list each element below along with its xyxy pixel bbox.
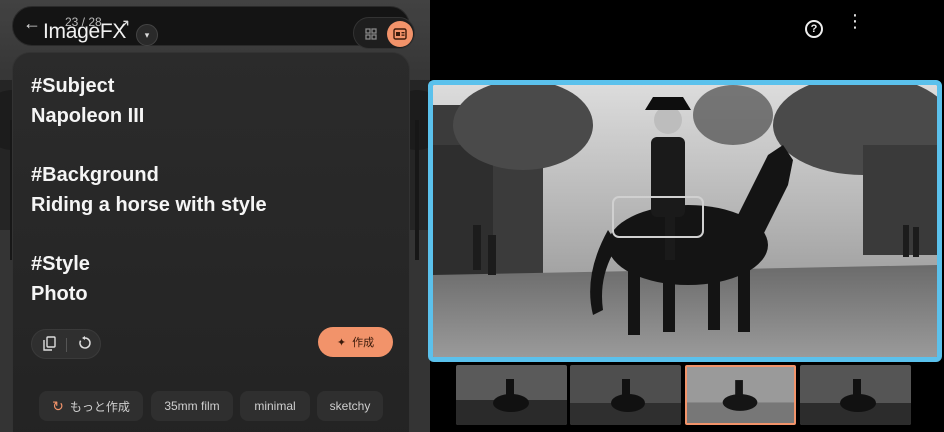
refresh-icon: ↻ <box>52 397 64 414</box>
chevron-down-icon[interactable]: ▾ <box>136 24 158 46</box>
more-vert-icon[interactable]: ⋮ <box>846 12 864 30</box>
reset-icon[interactable] <box>76 336 94 354</box>
chip-label: sketchy <box>329 399 371 413</box>
style-tag[interactable]: #Style <box>31 253 90 276</box>
help-icon[interactable]: ? <box>805 20 823 38</box>
chip-minimal[interactable]: minimal <box>240 391 310 421</box>
thumbnail-selected[interactable] <box>685 365 796 425</box>
thumbnail[interactable] <box>456 365 567 425</box>
single-image-icon[interactable] <box>387 21 413 47</box>
chip-label: もっと作成 <box>69 399 130 414</box>
back-arrow-icon[interactable]: ← <box>23 13 41 34</box>
copy-icon[interactable] <box>40 336 58 354</box>
prompt-panel: #Subject Napoleon III #Background Riding… <box>12 52 410 432</box>
background-tag[interactable]: #Background <box>31 164 159 187</box>
view-toggle <box>353 17 415 49</box>
create-label: 作成 <box>352 337 375 349</box>
subject-value[interactable]: Napoleon III <box>31 105 144 128</box>
app-title: ImageFX <box>43 20 127 43</box>
subject-tag[interactable]: #Subject <box>31 75 114 98</box>
more-create-chip[interactable]: ↻ もっと作成 <box>39 391 143 421</box>
main-image[interactable] <box>428 80 942 362</box>
create-button[interactable]: ✦ 作成 <box>318 327 393 357</box>
top-bar: ← 23 / 28 ↗ ImageFX ▾ <box>12 6 415 49</box>
grid-icon[interactable] <box>359 22 383 46</box>
thumbnail[interactable] <box>800 365 911 425</box>
prompt-tools <box>31 329 101 359</box>
sparkle-icon: ✦ <box>336 336 347 349</box>
background-value[interactable]: Riding a horse with style <box>31 194 267 217</box>
chip-label: 35mm film <box>164 399 220 413</box>
chip-sketchy[interactable]: sketchy <box>317 391 383 421</box>
chip-35mm-film[interactable]: 35mm film <box>151 391 233 421</box>
chip-label: minimal <box>254 399 296 413</box>
tool-divider <box>66 338 67 352</box>
thumbnail[interactable] <box>570 365 681 425</box>
style-value[interactable]: Photo <box>31 283 88 306</box>
